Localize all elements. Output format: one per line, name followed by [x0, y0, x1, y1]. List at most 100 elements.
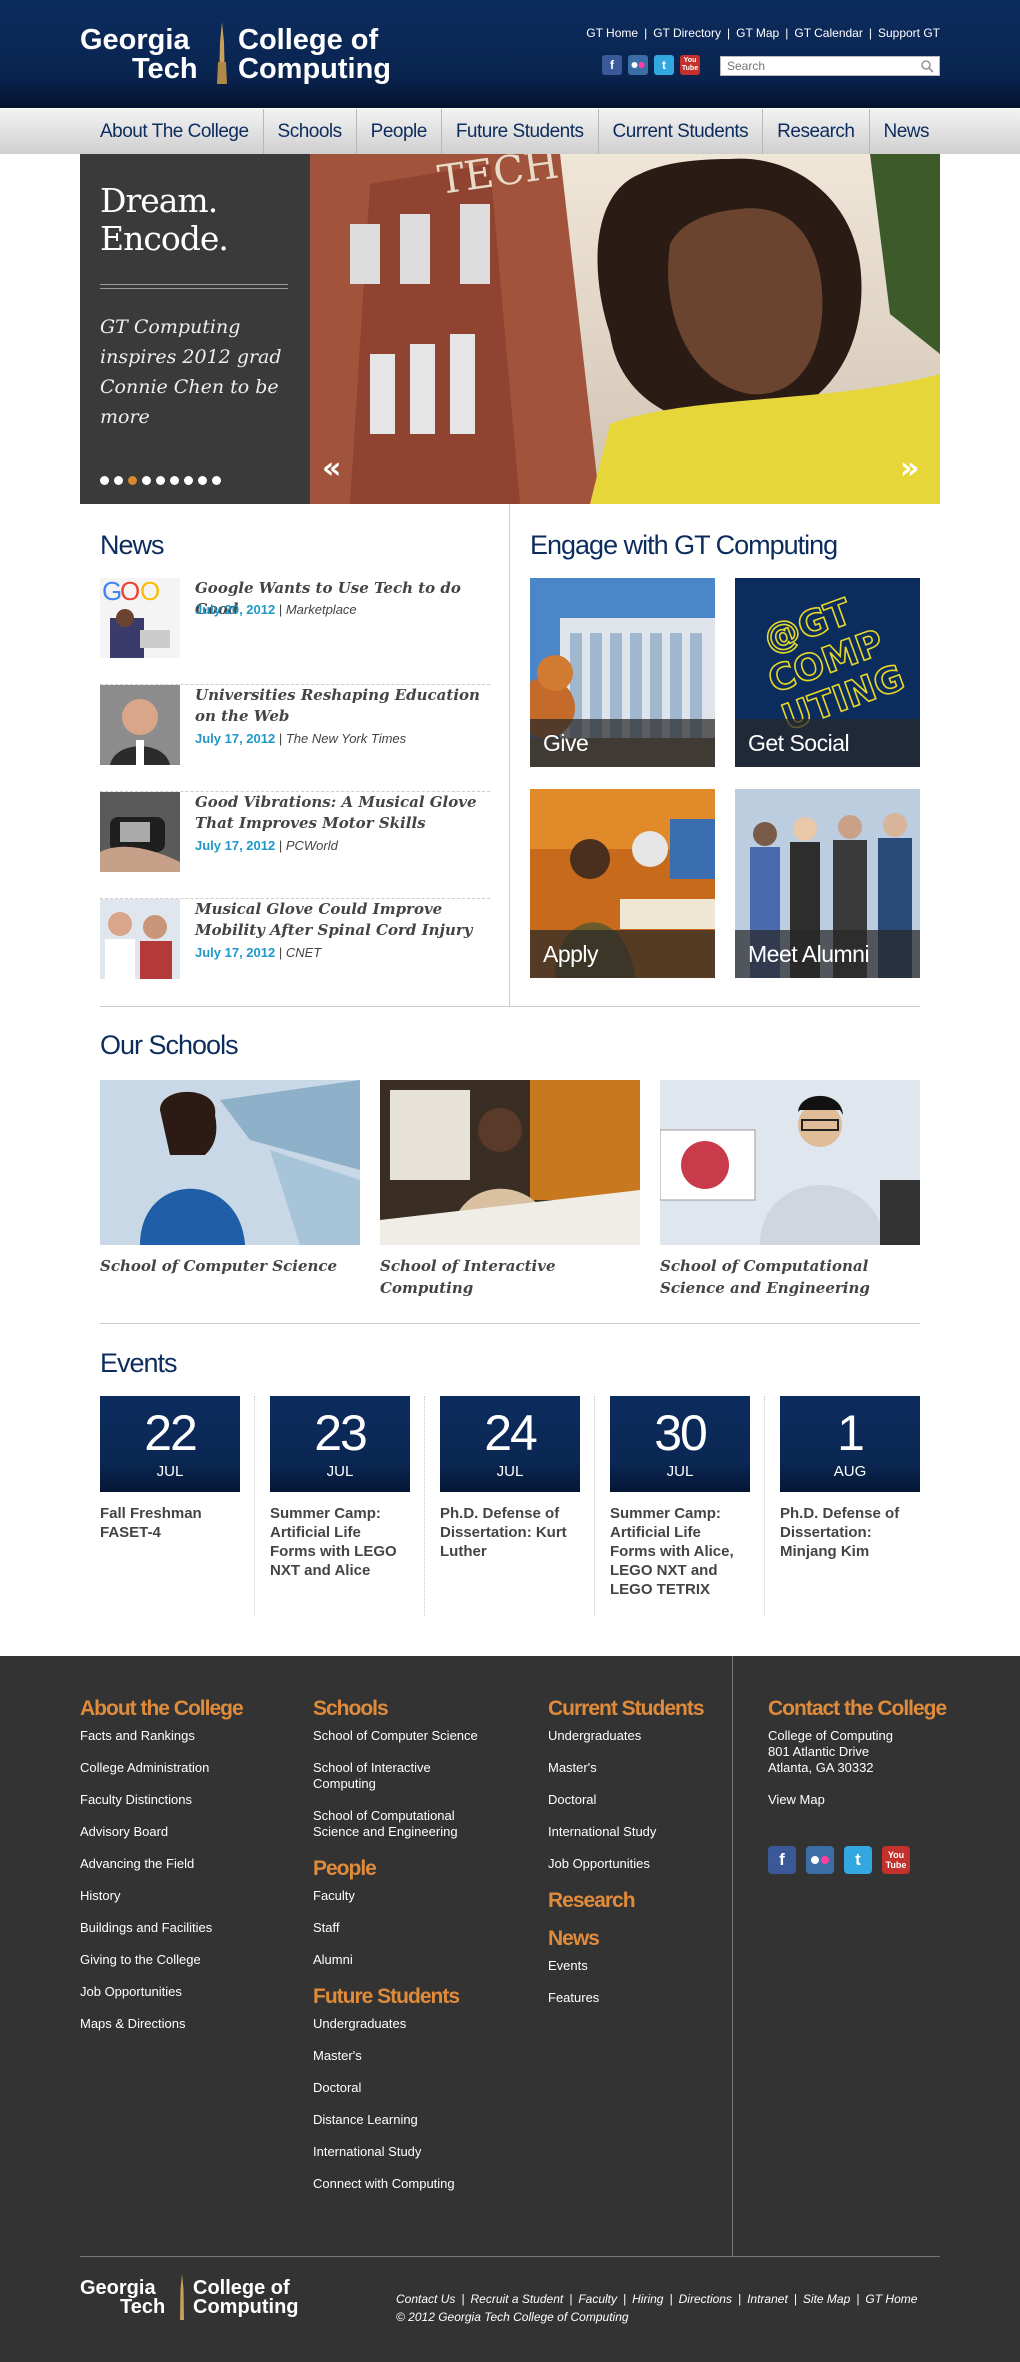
footer-link[interactable]: Master's [313, 2048, 493, 2064]
footer-link[interactable]: Facts and Rankings [80, 1728, 280, 1744]
school-card-ic[interactable]: School of Interactive Computing [380, 1080, 640, 1299]
news-thumbnail[interactable] [100, 792, 180, 872]
hero-prev-icon[interactable]: « [322, 454, 352, 484]
footer-link[interactable]: Job Opportunities [548, 1856, 718, 1872]
school-photo[interactable] [660, 1080, 920, 1245]
footer-logo[interactable]: Georgia Tech College of Computing [80, 2274, 320, 2320]
tile-get-social[interactable]: @GT COMP UTING Get Social [735, 578, 920, 767]
twitter-icon[interactable]: t [654, 55, 674, 75]
footer-heading[interactable]: Future Students [313, 1984, 493, 2010]
news-item[interactable]: Universities Reshaping Education on the … [100, 685, 490, 792]
footer-bottom-link[interactable]: Faculty [578, 2292, 617, 2306]
view-map-link[interactable]: View Map [768, 1792, 948, 1808]
tile-apply[interactable]: Apply [530, 789, 715, 978]
link-gt-map[interactable]: GT Map [736, 26, 779, 40]
footer-heading[interactable]: People [313, 1856, 493, 1882]
footer-link[interactable]: Faculty Distinctions [80, 1792, 280, 1808]
hero-subtitle[interactable]: GT Computing inspires 2012 grad Connie C… [100, 312, 295, 432]
twitter-icon[interactable]: t [844, 1846, 872, 1874]
footer-link[interactable]: Connect with Computing [313, 2176, 493, 2192]
slide-dot-active[interactable] [128, 476, 137, 485]
news-headline[interactable]: Good Vibrations: A Musical Glove That Im… [195, 792, 490, 834]
footer-link[interactable]: Alumni [313, 1952, 493, 1968]
school-card-cs[interactable]: School of Computer Science [100, 1080, 360, 1277]
footer-link[interactable]: Distance Learning [313, 2112, 493, 2128]
footer-link[interactable]: Advisory Board [80, 1824, 280, 1840]
footer-link[interactable]: Master's [548, 1760, 718, 1776]
site-logo[interactable]: Georgia Tech College of Computing [80, 22, 410, 84]
link-gt-home[interactable]: GT Home [586, 26, 638, 40]
school-label[interactable]: School of Interactive Computing [380, 1255, 640, 1299]
footer-link[interactable]: Job Opportunities [80, 1984, 280, 2000]
facebook-icon[interactable]: f [602, 55, 622, 75]
school-label[interactable]: School of Computer Science [100, 1255, 360, 1277]
footer-bottom-link[interactable]: GT Home [865, 2292, 917, 2306]
nav-news[interactable]: News [870, 109, 944, 155]
search-icon[interactable] [920, 59, 934, 73]
youtube-icon[interactable]: You Tube [882, 1846, 910, 1874]
school-photo[interactable] [380, 1080, 640, 1245]
footer-link[interactable]: Advancing the Field [80, 1856, 280, 1872]
footer-heading[interactable]: Current Students [548, 1696, 718, 1722]
school-card-cse[interactable]: School of Computational Science and Engi… [660, 1080, 920, 1299]
footer-link[interactable]: Maps & Directions [80, 2016, 280, 2032]
footer-link[interactable]: Giving to the College [80, 1952, 280, 1968]
youtube-icon[interactable]: You Tube [680, 55, 700, 75]
event-title[interactable]: Summer Camp: Artificial Life Forms with … [270, 1504, 410, 1580]
event-title[interactable]: Ph.D. Defense of Dissertation: Minjang K… [780, 1504, 920, 1561]
footer-link[interactable]: Doctoral [313, 2080, 493, 2096]
school-photo[interactable] [100, 1080, 360, 1245]
hero-next-icon[interactable]: » [900, 454, 930, 484]
nav-research[interactable]: Research [763, 109, 870, 155]
nav-about[interactable]: About The College [86, 109, 264, 155]
link-support-gt[interactable]: Support GT [878, 26, 940, 40]
slide-dot[interactable] [156, 476, 165, 485]
footer-heading[interactable]: News [548, 1926, 718, 1952]
footer-link[interactable]: Staff [313, 1920, 493, 1936]
footer-link[interactable]: History [80, 1888, 280, 1904]
footer-bottom-link[interactable]: Intranet [747, 2292, 788, 2306]
slide-dot[interactable] [142, 476, 151, 485]
footer-link[interactable]: Buildings and Facilities [80, 1920, 280, 1936]
search-input[interactable] [721, 57, 911, 75]
slide-dot[interactable] [114, 476, 123, 485]
nav-people[interactable]: People [357, 109, 442, 155]
slide-dot[interactable] [198, 476, 207, 485]
flickr-icon[interactable] [806, 1846, 834, 1874]
footer-bottom-link[interactable]: Site Map [803, 2292, 850, 2306]
event-item[interactable]: 24 JUL Ph.D. Defense of Dissertation: Kur… [440, 1396, 580, 1616]
slide-dot[interactable] [184, 476, 193, 485]
event-title[interactable]: Ph.D. Defense of Dissertation: Kurt Luth… [440, 1504, 580, 1561]
event-item[interactable]: 23 JUL Summer Camp: Artificial Life Forms… [270, 1396, 410, 1616]
facebook-icon[interactable]: f [768, 1846, 796, 1874]
footer-link[interactable]: School of Computational Science and Engi… [313, 1808, 493, 1840]
footer-link[interactable]: Undergraduates [313, 2016, 493, 2032]
footer-heading[interactable]: Schools [313, 1696, 493, 1722]
footer-link[interactable]: International Study [313, 2144, 493, 2160]
footer-heading[interactable]: About the College [80, 1696, 280, 1722]
footer-link[interactable]: Undergraduates [548, 1728, 718, 1744]
footer-link[interactable]: College Administration [80, 1760, 280, 1776]
footer-link[interactable]: Events [548, 1958, 718, 1974]
footer-link[interactable]: School of Computer Science [313, 1728, 493, 1744]
event-item[interactable]: 22 JUL Fall Freshman FASET-4 [100, 1396, 240, 1616]
footer-bottom-link[interactable]: Directions [679, 2292, 732, 2306]
tile-give[interactable]: Give [530, 578, 715, 767]
news-thumbnail[interactable] [100, 685, 180, 765]
school-label[interactable]: School of Computational Science and Engi… [660, 1255, 920, 1299]
link-gt-calendar[interactable]: GT Calendar [794, 26, 862, 40]
news-item[interactable]: Good Vibrations: A Musical Glove That Im… [100, 792, 490, 899]
news-headline[interactable]: Musical Glove Could Improve Mobility Aft… [195, 899, 490, 941]
news-headline[interactable]: Universities Reshaping Education on the … [195, 685, 490, 727]
event-title[interactable]: Fall Freshman FASET-4 [100, 1504, 240, 1542]
event-title[interactable]: Summer Camp: Artificial Life Forms with … [610, 1504, 750, 1599]
slide-dot[interactable] [100, 476, 109, 485]
news-thumbnail[interactable] [100, 899, 180, 979]
footer-heading[interactable]: Research [548, 1888, 718, 1914]
tile-meet-alumni[interactable]: Meet Alumni [735, 789, 920, 978]
event-item[interactable]: 30 JUL Summer Camp: Artificial Life Forms… [610, 1396, 750, 1616]
link-gt-directory[interactable]: GT Directory [653, 26, 721, 40]
slide-dot[interactable] [212, 476, 221, 485]
news-item[interactable]: GOO Google Wants to Use Tech to do Good … [100, 578, 490, 685]
footer-bottom-link[interactable]: Hiring [632, 2292, 663, 2306]
